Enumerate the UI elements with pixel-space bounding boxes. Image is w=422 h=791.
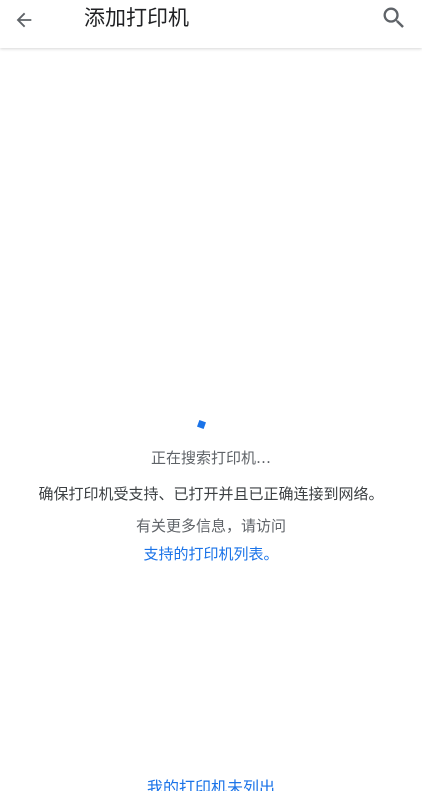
loading-spinner bbox=[197, 420, 206, 429]
printer-not-listed-link[interactable]: 我的打印机未列出 bbox=[0, 778, 422, 791]
content-area: 正在搜索打印机… 确保打印机受支持、已打开并且已正确连接到网络。 有关更多信息，… bbox=[0, 48, 422, 791]
add-printer-screen: 添加打印机 正在搜索打印机… 确保打印机受支持、已打开并且已正确连接到网络。 有… bbox=[0, 0, 422, 791]
search-button[interactable] bbox=[376, 0, 412, 36]
more-info-text: 有关更多信息，请访问 bbox=[135, 517, 286, 535]
supported-printers-link[interactable]: 支持的打印机列表。 bbox=[0, 544, 422, 564]
app-bar: 添加打印机 bbox=[0, 0, 422, 48]
ensure-connection-text: 确保打印机受支持、已打开并且已正确连接到网络。 bbox=[38, 485, 384, 503]
back-button[interactable] bbox=[6, 2, 42, 38]
search-icon bbox=[383, 7, 404, 28]
page-title: 添加打印机 bbox=[84, 6, 189, 30]
arrow-back-icon bbox=[16, 12, 32, 28]
searching-status-text: 正在搜索打印机… bbox=[150, 449, 271, 467]
